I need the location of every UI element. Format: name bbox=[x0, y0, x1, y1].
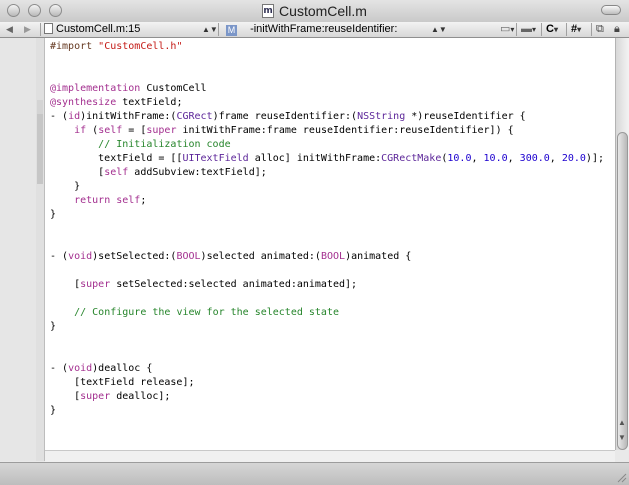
code-line: @implementation CustomCell bbox=[50, 83, 207, 94]
code-line: - (void)dealloc { bbox=[50, 363, 153, 374]
class-menu-label: C bbox=[546, 23, 554, 35]
divider bbox=[40, 23, 41, 36]
breakpoints-menu-icon[interactable]: ▬▾ bbox=[521, 22, 536, 37]
nav-forward-arrow-icon[interactable]: ▶ bbox=[24, 22, 31, 37]
title-bar: m CustomCell.m bbox=[0, 0, 629, 23]
code-line: } bbox=[50, 321, 57, 332]
divider bbox=[541, 23, 542, 36]
source-code: #import "CustomCell.h" @implementation C… bbox=[50, 40, 604, 418]
code-line: [textField release]; bbox=[50, 377, 195, 388]
file-history-label: CustomCell.m:15 bbox=[56, 23, 141, 35]
horizontal-scroll-area[interactable] bbox=[45, 450, 615, 462]
code-line: #import "CustomCell.h" bbox=[50, 41, 183, 52]
code-line: @synthesize textField; bbox=[50, 97, 183, 108]
toolbar-toggle-button[interactable] bbox=[601, 5, 621, 15]
nav-back-arrow-icon[interactable]: ◀ bbox=[6, 22, 13, 37]
code-line: return self; bbox=[74, 195, 147, 206]
code-editor[interactable]: #import "CustomCell.h" @implementation C… bbox=[45, 38, 615, 450]
navigation-bar: ◀ ▶ CustomCell.m:15 ▲▼ M -initWithFrame:… bbox=[0, 22, 629, 38]
code-line: - (id)initWithFrame:(CGRect)frame reuseI… bbox=[50, 111, 526, 122]
divider bbox=[218, 23, 219, 36]
line-number-gutter[interactable] bbox=[0, 38, 37, 461]
included-files-menu[interactable]: #▾ bbox=[571, 22, 581, 37]
status-bar bbox=[0, 462, 629, 485]
fold-highlight bbox=[37, 114, 43, 184]
code-line: [super setSelected:selected animated:ani… bbox=[50, 279, 358, 290]
window-title: CustomCell.m bbox=[279, 3, 367, 19]
scroll-up-arrow-icon[interactable]: ▲ bbox=[618, 418, 626, 427]
code-line: [self addSubview:textField]; bbox=[50, 167, 267, 178]
function-menu-label: -initWithFrame:reuseIdentifier: bbox=[250, 23, 398, 35]
bookmarks-menu-icon[interactable]: ▭▾ bbox=[500, 22, 514, 37]
code-line: if (self = [super initWithFrame:frame re… bbox=[74, 125, 514, 136]
lock-icon[interactable]: 🔒︎ bbox=[614, 22, 620, 37]
window-title-group: m CustomCell.m bbox=[0, 0, 629, 22]
code-line: - (void)setSelected:(BOOL)selected anima… bbox=[50, 251, 412, 262]
popup-arrows-icon: ▲▼ bbox=[431, 25, 447, 34]
counterpart-icon[interactable]: ⧉ bbox=[596, 22, 604, 37]
scroll-down-arrow-icon[interactable]: ▼ bbox=[618, 433, 626, 442]
code-line: } bbox=[50, 405, 57, 416]
fold-highlight bbox=[37, 100, 43, 114]
divider bbox=[566, 23, 567, 36]
popup-arrows-icon: ▲▼ bbox=[202, 25, 218, 34]
method-badge-icon: M bbox=[226, 25, 237, 36]
function-menu-popup[interactable]: M -initWithFrame:reuseIdentifier: ▲▼ bbox=[226, 22, 447, 37]
file-icon bbox=[44, 23, 53, 34]
code-line: // Initialization code bbox=[98, 139, 231, 150]
vertical-scrollbar[interactable]: ▲ ▼ bbox=[615, 38, 629, 450]
divider bbox=[516, 23, 517, 36]
scroll-thumb[interactable] bbox=[617, 132, 628, 450]
resize-grip-icon[interactable] bbox=[615, 471, 627, 483]
code-line: // Configure the view for the selected s… bbox=[74, 307, 339, 318]
code-line: } bbox=[50, 181, 81, 192]
file-history-popup[interactable]: CustomCell.m:15 ▲▼ bbox=[44, 22, 218, 37]
code-line: [super dealloc]; bbox=[50, 391, 171, 402]
class-hierarchy-menu[interactable]: C▾ bbox=[546, 22, 558, 37]
document-icon: m bbox=[262, 4, 275, 18]
code-line: textField = [[UITextField alloc] initWit… bbox=[50, 153, 604, 164]
divider bbox=[591, 23, 592, 36]
xcode-editor-window: m CustomCell.m ◀ ▶ CustomCell.m:15 ▲▼ M … bbox=[0, 0, 629, 485]
code-line: } bbox=[50, 209, 57, 220]
